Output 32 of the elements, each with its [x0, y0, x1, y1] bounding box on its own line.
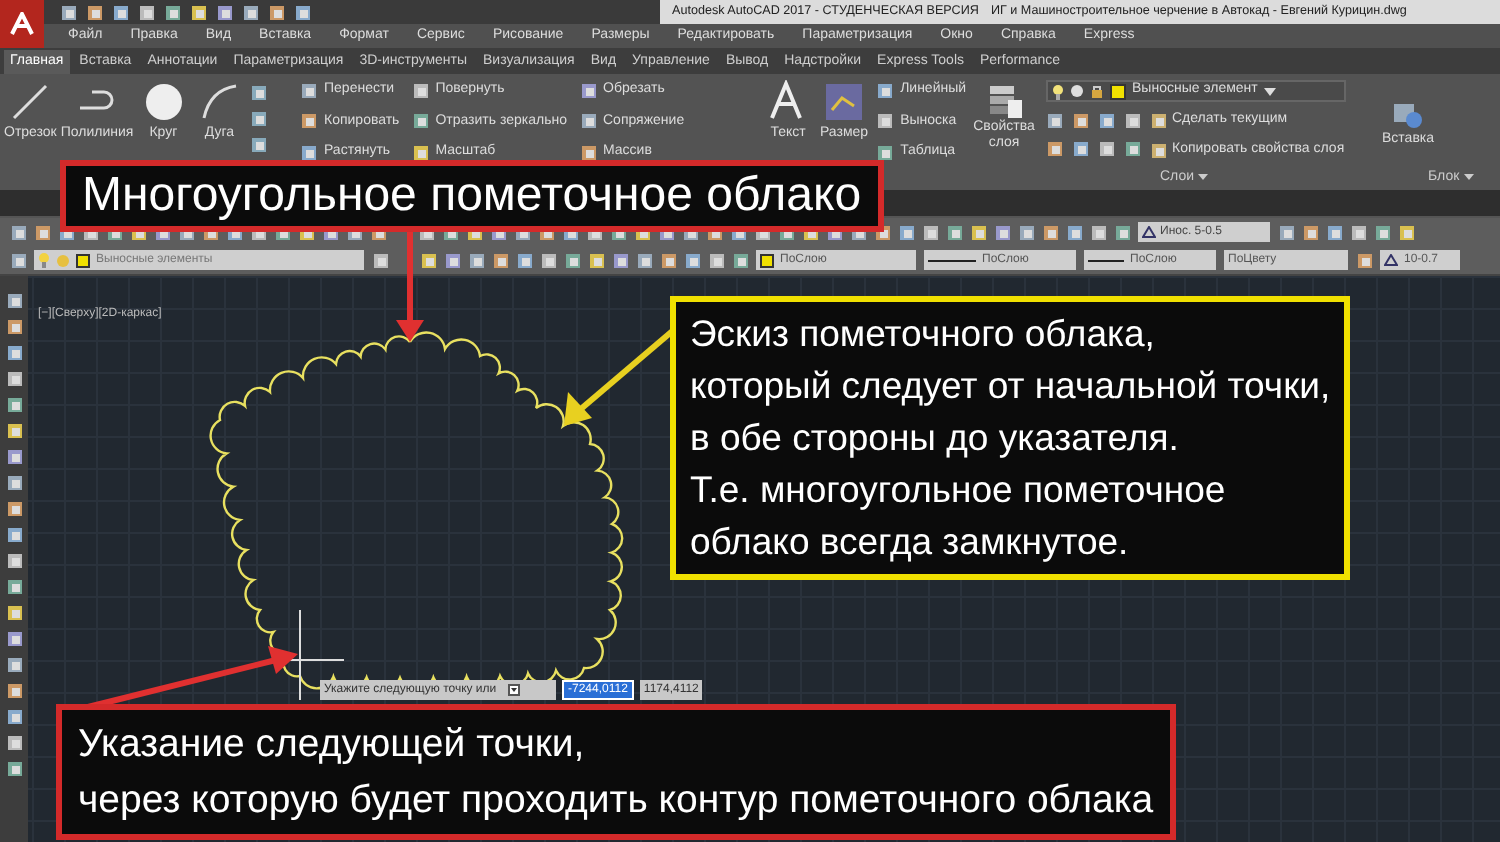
- layer-state-icon[interactable]: [10, 252, 26, 268]
- callout-text: Эскиз пометочного облака, который следует от начальной точки, в обе стороны до указателя. Т.е. многоугольное пометочное облако всегда замкнутое.: [690, 310, 1331, 566]
- color-swatch-icon: [760, 253, 774, 267]
- line-sample-icon: [1088, 257, 1124, 263]
- callout-text: Указание следующей точки, через которую будет проходить контур пометочного облака: [78, 720, 1154, 826]
- lightbulb-icon: [1052, 83, 1064, 99]
- lock-icon: [1090, 84, 1104, 98]
- app-menu-button[interactable]: [0, 0, 44, 48]
- line-icon: [8, 80, 53, 124]
- line-sample-icon: [928, 257, 976, 263]
- text-style-icon[interactable]: [1356, 252, 1372, 268]
- triangle-icon: [1142, 226, 1156, 238]
- dropdown-caret-icon: [1198, 174, 1209, 181]
- callout-text: Многоугольное пометочное облако: [82, 168, 862, 224]
- color-swatch-icon: [76, 253, 90, 267]
- lightbulb-icon: [38, 252, 50, 268]
- sun-icon: [56, 253, 70, 267]
- arc-icon: [197, 80, 242, 124]
- dropdown-caret-icon: [1263, 87, 1276, 95]
- color-swatch-icon: [1110, 83, 1126, 99]
- arrow-down-icon: [508, 684, 521, 696]
- sun-icon: [1070, 84, 1084, 98]
- hatch-tool-icon[interactable]: [249, 136, 270, 154]
- dimension-icon: [822, 80, 867, 124]
- layer-stack-icon: [984, 80, 1024, 120]
- block-insert-icon: [1392, 102, 1425, 130]
- circle-icon: [141, 80, 186, 124]
- logo-icon: [10, 12, 34, 36]
- triangle-icon: [1384, 254, 1398, 266]
- dropdown-caret-icon: [1463, 174, 1474, 181]
- hatch-tool-icon[interactable]: [249, 84, 270, 102]
- hatch-tool-icon[interactable]: [249, 110, 270, 128]
